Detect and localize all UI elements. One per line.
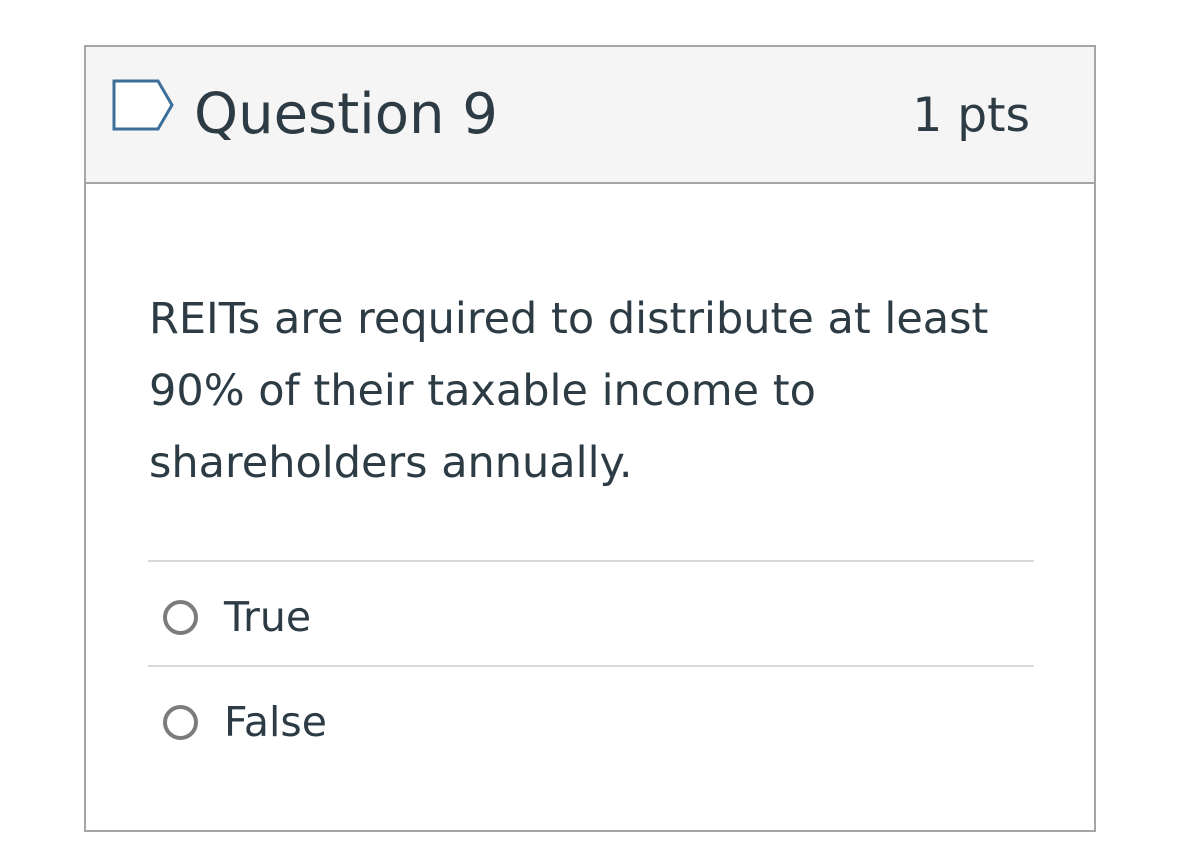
- answer-list: True False: [148, 560, 1034, 770]
- radio-button-false[interactable]: [163, 705, 198, 740]
- question-title: Question 9: [194, 82, 498, 147]
- radio-button-true[interactable]: [163, 600, 198, 635]
- question-text: REITs are required to distribute at leas…: [149, 294, 989, 488]
- flag-icon[interactable]: [112, 79, 174, 131]
- question-points: 1 pts: [912, 88, 1030, 143]
- answer-label-false: False: [224, 698, 327, 746]
- question-card: Question 9 1 pts REITs are required to d…: [84, 45, 1096, 832]
- answer-option-true[interactable]: True: [148, 560, 1034, 665]
- answer-label-true: True: [224, 593, 312, 641]
- answer-option-false[interactable]: False: [148, 665, 1034, 770]
- question-header: Question 9 1 pts: [86, 47, 1094, 184]
